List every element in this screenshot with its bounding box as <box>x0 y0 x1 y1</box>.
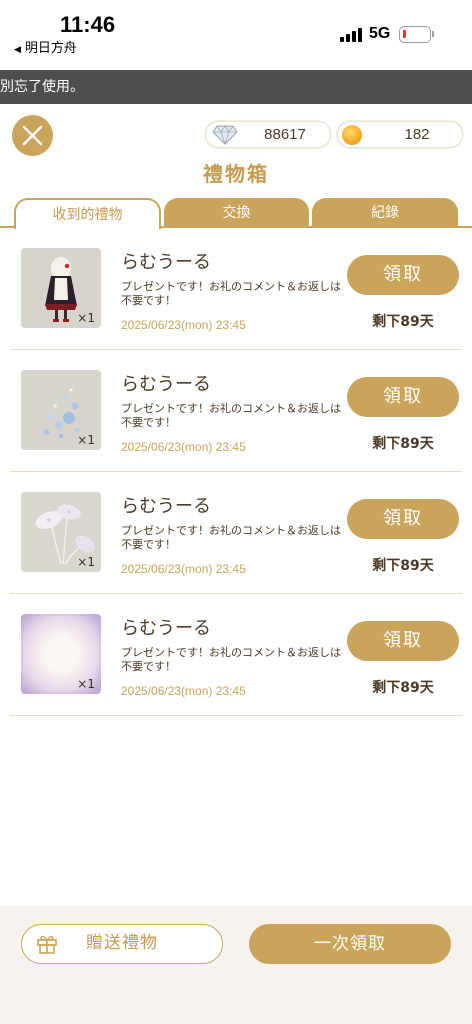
gift-sender: らむうーる <box>121 374 211 395</box>
battery-level <box>403 30 406 38</box>
days-remaining: 剩下89天 <box>372 436 434 452</box>
gift-date: 2025/06/23(mon) 23:45 <box>121 684 246 698</box>
tab-received-gifts[interactable]: 收到的禮物 <box>14 198 161 229</box>
coin-balance: 182 <box>337 121 463 148</box>
gift-date: 2025/06/23(mon) 23:45 <box>121 318 246 332</box>
gift-message: プレゼントです！お礼のコメント＆お返しは不要です！ <box>121 402 341 429</box>
claim-button[interactable]: 領取 <box>347 255 459 295</box>
tab-bar: 收到的禮物 交換 紀錄 <box>0 198 472 229</box>
back-arrow-icon: ◀ <box>14 45 21 55</box>
days-remaining: 剩下89天 <box>372 558 434 574</box>
gift-message: プレゼントです！お礼のコメント＆お返しは不要です！ <box>121 280 341 307</box>
gift-icon <box>37 935 57 954</box>
gift-sender: らむうーる <box>121 252 211 273</box>
coin-icon <box>342 125 362 145</box>
claim-button[interactable]: 領取 <box>347 499 459 539</box>
close-icon <box>22 125 43 146</box>
gift-list-item: ×1 らむうーる プレゼントです！お礼のコメント＆お返しは不要です！ 2025/… <box>10 594 462 716</box>
claim-button[interactable]: 領取 <box>347 621 459 661</box>
gift-list-item: ×1 らむうーる プレゼントです！お礼のコメント＆お返しは不要です！ 2025/… <box>10 472 462 594</box>
battery-icon <box>399 26 434 43</box>
clock: 11:46 <box>60 12 116 37</box>
close-button[interactable] <box>12 115 53 156</box>
page-title: 禮物箱 <box>203 162 269 186</box>
coin-count: 182 <box>404 126 430 143</box>
days-remaining: 剩下89天 <box>372 314 434 330</box>
status-bar: 11:46 ◀ 明日方舟 5G <box>0 0 472 70</box>
footer-bar: 贈送禮物 一次領取 <box>0 906 472 1024</box>
network-type: 5G <box>369 25 391 42</box>
days-remaining: 剩下89天 <box>372 680 434 696</box>
gift-quantity: ×1 <box>77 433 95 447</box>
gem-count: 88617 <box>264 126 306 143</box>
notice-banner: 別忘了使用。 <box>0 70 472 104</box>
gift-message: プレゼントです！お礼のコメント＆お返しは不要です！ <box>121 524 341 551</box>
gift-sender: らむうーる <box>121 618 211 639</box>
gift-item-thumbnail: ×1 <box>21 248 101 328</box>
gift-sender: らむうーる <box>121 496 211 517</box>
gift-quantity: ×1 <box>77 311 95 325</box>
gift-quantity: ×1 <box>77 555 95 569</box>
gift-quantity: ×1 <box>77 677 95 691</box>
gift-item-thumbnail: ×1 <box>21 492 101 572</box>
claim-all-button[interactable]: 一次領取 <box>249 924 451 964</box>
gift-list-item: ×1 らむうーる プレゼントです！お礼のコメント＆お返しは不要です！ 2025/… <box>10 350 462 472</box>
gem-balance: 88617 <box>205 121 331 148</box>
divider <box>10 715 462 716</box>
gift-message: プレゼントです！お礼のコメント＆お返しは不要です！ <box>121 646 341 673</box>
gift-item-thumbnail: ×1 <box>21 614 101 694</box>
gift-item-thumbnail: ×1 <box>21 370 101 450</box>
tab-exchange[interactable]: 交換 <box>164 198 309 228</box>
claim-button[interactable]: 領取 <box>347 377 459 417</box>
back-to-app-link[interactable]: ◀ 明日方舟 <box>14 37 77 56</box>
diamond-icon <box>212 125 238 145</box>
tab-history[interactable]: 紀錄 <box>312 198 458 228</box>
signal-icon <box>340 28 362 42</box>
back-app-label: 明日方舟 <box>24 41 77 56</box>
gift-date: 2025/06/23(mon) 23:45 <box>121 440 246 454</box>
send-gift-label: 贈送禮物 <box>86 933 158 953</box>
gift-date: 2025/06/23(mon) 23:45 <box>121 562 246 576</box>
gift-list-item: ×1 らむうーる プレゼントです！お礼のコメント＆お返しは不要です！ 2025/… <box>10 228 462 350</box>
send-gift-button[interactable]: 贈送禮物 <box>21 924 223 964</box>
